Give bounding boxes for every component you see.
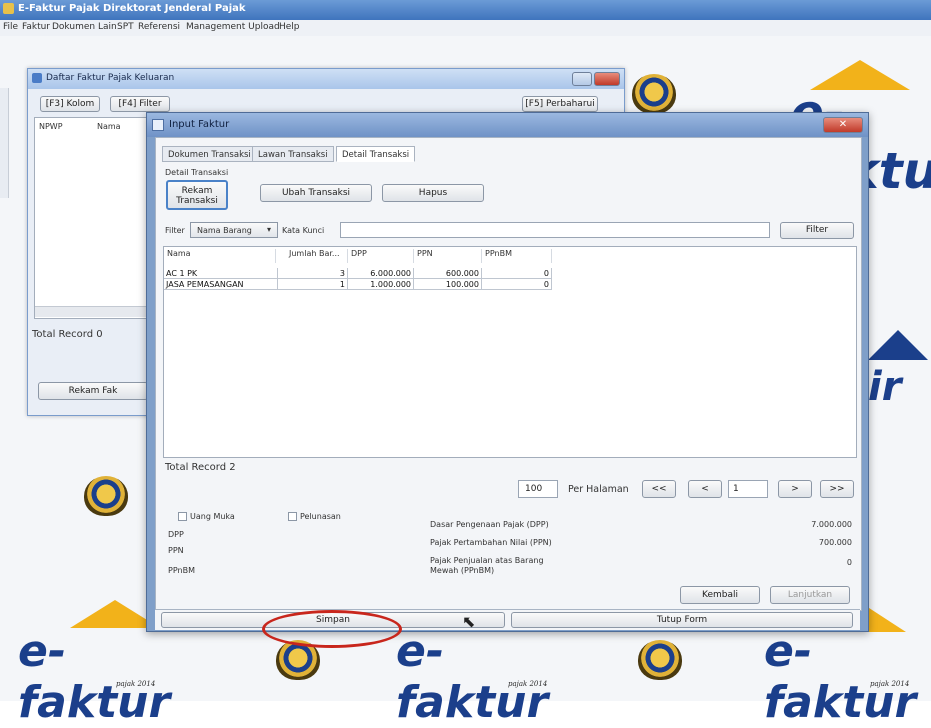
cursor-icon: ⬉ (462, 612, 476, 631)
input-faktur-dialog: Input Faktur ✕ Dokumen Transaksi Lawan T… (146, 112, 869, 632)
per-halaman-label: Per Halaman (568, 484, 629, 495)
detail-transaksi-group-label: Detail Transaksi (165, 168, 229, 177)
daftar-total-record: Total Record 0 (32, 329, 103, 340)
tab-lawan-transaksi[interactable]: Lawan Transaksi (252, 146, 334, 162)
per-halaman-input[interactable]: 100 (518, 480, 558, 498)
hapus-button[interactable]: Hapus (382, 184, 484, 202)
next-page-button[interactable]: > (778, 480, 812, 498)
kata-kunci-label: Kata Kunci (282, 226, 325, 235)
pelunasan-checkbox[interactable] (288, 512, 297, 521)
last-page-button[interactable]: >> (820, 480, 854, 498)
cell-dpp: 1.000.000 (348, 279, 414, 290)
uang-muka-label: Uang Muka (190, 512, 235, 521)
chevron-down-icon: ▾ (267, 225, 272, 234)
perbaharui-button[interactable]: [F5] Perbaharui (522, 96, 598, 112)
filter-apply-button[interactable]: Filter (780, 222, 854, 239)
window-icon (32, 73, 42, 83)
menu-faktur[interactable]: Faktur (22, 22, 50, 32)
cell-nama: JASA PEMASANGAN (164, 279, 278, 290)
tab-dokumen-transaksi[interactable]: Dokumen Transaksi (162, 146, 257, 162)
column-ppn: PPN (414, 249, 482, 263)
summary-ppn-label: Pajak Pertambahan Nilai (PPN) (430, 538, 552, 547)
column-nama: Nama (164, 249, 276, 263)
menu-bar: File Faktur Dokumen Lain SPT Referensi M… (0, 20, 931, 37)
summary-ppnbm-label: Pajak Penjualan atas Barang Mewah (PPnBM… (430, 556, 544, 575)
filter-label: Filter (165, 226, 185, 235)
logo-subtitle: pajak 2014 (116, 680, 156, 688)
menu-referensi[interactable]: Referensi (138, 22, 180, 32)
cell-ppnbm: 0 (482, 279, 552, 290)
horizontal-scrollbar[interactable] (35, 306, 149, 317)
highlight-ellipse (262, 610, 402, 648)
tutup-form-button[interactable]: Tutup Form (511, 612, 853, 628)
menu-file[interactable]: File (3, 22, 18, 32)
summary-ppn-value: 700.000 (818, 538, 852, 547)
rekam-faktur-button[interactable]: Rekam Fak (38, 382, 148, 400)
ubah-transaksi-button[interactable]: Ubah Transaksi (260, 184, 372, 202)
cell-nama: AC 1 PK (164, 268, 278, 279)
input-faktur-titlebar: Input Faktur ✕ (147, 113, 868, 137)
total-record: Total Record 2 (165, 462, 236, 473)
menu-management-upload[interactable]: Management Upload (186, 22, 280, 32)
cell-jumlah: 1 (278, 279, 348, 290)
lanjutkan-button[interactable]: Lanjutkan (770, 586, 850, 604)
filter-field-value: Nama Barang (197, 226, 252, 235)
dpp-label: DPP (168, 530, 184, 539)
page-number-input[interactable]: 1 (728, 480, 768, 498)
close-button[interactable]: ✕ (823, 117, 863, 133)
logo-word: e-faktur (18, 626, 171, 728)
kembali-button[interactable]: Kembali (680, 586, 760, 604)
input-faktur-title: Input Faktur (169, 119, 230, 130)
column-jumlah: Jumlah Bar... (286, 249, 348, 263)
cell-ppnbm: 0 (482, 268, 552, 279)
menu-spt[interactable]: SPT (117, 22, 134, 32)
tab-detail-transaksi[interactable]: Detail Transaksi (336, 146, 416, 162)
window-icon (152, 119, 164, 131)
rekam-transaksi-button[interactable]: Rekam Transaksi (166, 180, 228, 210)
detail-transaksi-table: Nama Jumlah Bar... DPP PPN PPnBM AC 1 PK… (163, 246, 857, 458)
prev-page-button[interactable]: < (688, 480, 722, 498)
daftar-window-title: Daftar Faktur Pajak Keluaran (46, 73, 175, 83)
emblem-icon (84, 476, 128, 516)
kata-kunci-input[interactable] (340, 222, 770, 238)
app-title-bar: E-Faktur Pajak Direktorat Jenderal Pajak (0, 0, 931, 20)
ppn-label: PPN (168, 546, 184, 555)
column-ppnbm: PPnBM (482, 249, 552, 263)
kolom-button[interactable]: [F3] Kolom (40, 96, 100, 112)
menu-dokumen-lain[interactable]: Dokumen Lain (52, 22, 117, 32)
logo-word: e-faktur (764, 626, 917, 728)
ppnbm-label: PPnBM (168, 566, 195, 575)
side-nav-strip (0, 88, 9, 198)
summary-dpp-label: Dasar Pengenaan Pajak (DPP) (430, 520, 549, 529)
daftar-window-titlebar: Daftar Faktur Pajak Keluaran (28, 69, 624, 89)
pelunasan-label: Pelunasan (300, 512, 341, 521)
app-icon (3, 3, 14, 14)
minimize-button[interactable] (572, 72, 592, 86)
uang-muka-checkbox[interactable] (178, 512, 187, 521)
logo-word: e-faktur (396, 626, 549, 728)
dialog-footer: Simpan Tutup Form (155, 609, 860, 630)
menu-help[interactable]: Help (279, 22, 300, 32)
filter-field-select[interactable]: Nama Barang ▾ (190, 222, 278, 238)
emblem-icon (638, 640, 682, 680)
column-nama: Nama (97, 122, 121, 131)
cell-jumlah: 3 (278, 268, 348, 279)
daftar-table: NPWP Nama (34, 117, 150, 319)
cell-ppn: 100.000 (414, 279, 482, 290)
cell-dpp: 6.000.000 (348, 268, 414, 279)
summary-dpp-value: 7.000.000 (811, 520, 852, 529)
close-button[interactable] (594, 72, 620, 86)
logo-word-mid: ir (868, 364, 902, 410)
app-title: E-Faktur Pajak Direktorat Jenderal Pajak (18, 3, 246, 14)
input-faktur-panel: Dokumen Transaksi Lawan Transaksi Detail… (155, 137, 862, 611)
logo-subtitle: pajak 2014 (870, 680, 910, 688)
summary-ppnbm-value: 0 (846, 558, 852, 567)
cell-ppn: 600.000 (414, 268, 482, 279)
filter-button[interactable]: [F4] Filter (110, 96, 170, 112)
first-page-button[interactable]: << (642, 480, 676, 498)
column-npwp: NPWP (39, 122, 63, 131)
logo-subtitle: pajak 2014 (508, 680, 548, 688)
column-dpp: DPP (348, 249, 414, 263)
emblem-icon (632, 74, 676, 114)
